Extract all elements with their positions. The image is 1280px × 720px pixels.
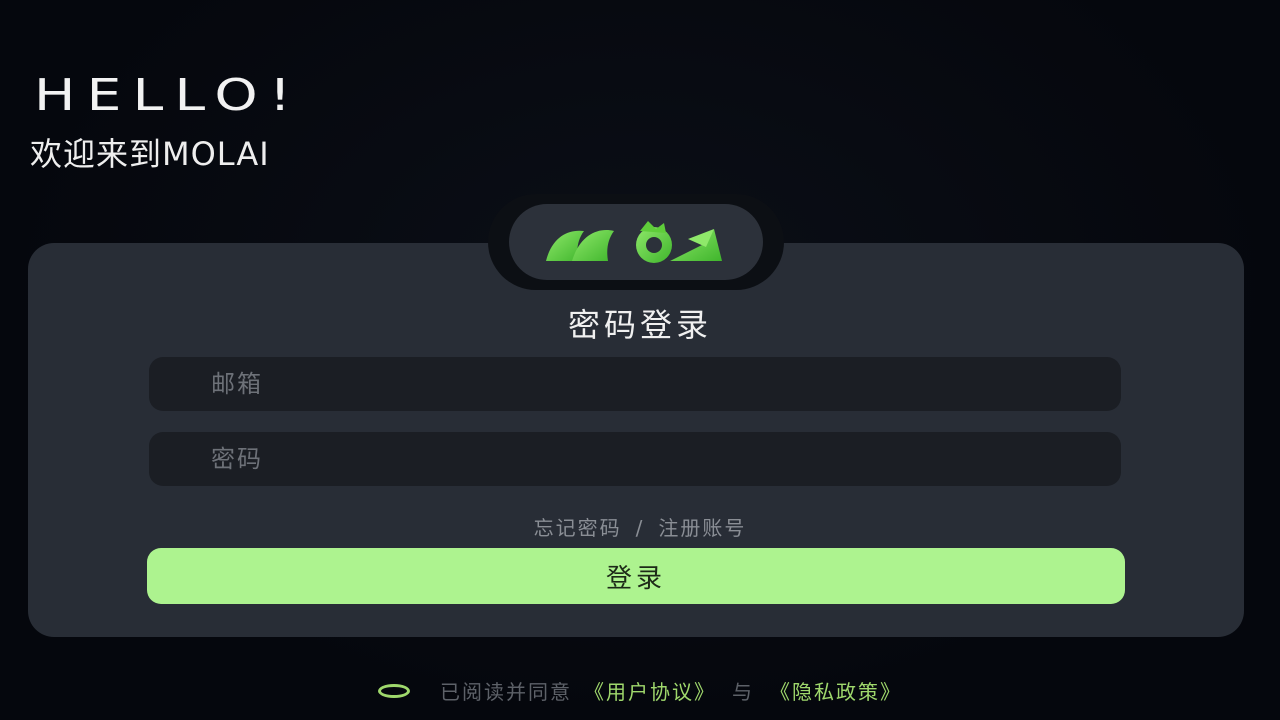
forgot-password-link[interactable]: 忘记密码	[534, 516, 622, 540]
greeting-title: HELLO!	[34, 70, 303, 121]
password-input[interactable]	[149, 432, 1121, 486]
login-screen: HELLO! 欢迎来到MOLAI 密码登录 忘记密	[0, 0, 1280, 720]
agreement-prefix: 已阅读并同意	[440, 680, 572, 704]
account-links: 忘记密码 / 注册账号	[0, 512, 1280, 541]
login-button[interactable]: 登录	[147, 548, 1125, 604]
link-separator: /	[635, 516, 645, 540]
email-input[interactable]	[149, 357, 1121, 411]
register-link[interactable]: 注册账号	[658, 516, 746, 540]
molai-logo-icon	[546, 221, 722, 263]
logo-badge	[509, 204, 763, 280]
card-title: 密码登录	[567, 306, 712, 344]
radio-circle-icon[interactable]	[378, 683, 410, 698]
agreement-conjunction: 与	[732, 680, 754, 704]
user-agreement-link[interactable]: 《用户协议》	[584, 676, 716, 705]
agreement-row: 已阅读并同意 《用户协议》 与 《隐私政策》	[0, 676, 1280, 705]
welcome-subtitle: 欢迎来到MOLAI	[30, 135, 270, 173]
privacy-policy-link[interactable]: 《隐私政策》	[770, 676, 902, 705]
